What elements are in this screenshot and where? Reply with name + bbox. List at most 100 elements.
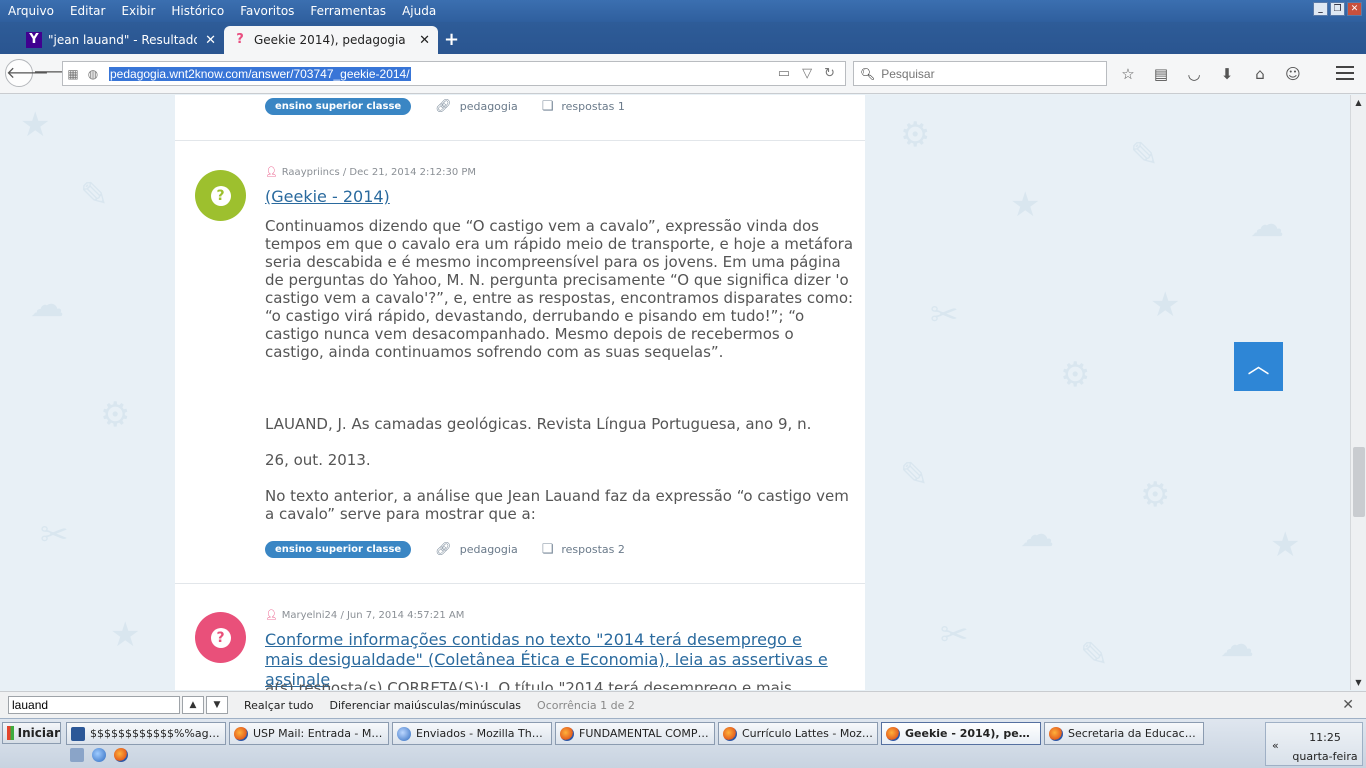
- thunderbird-icon: [397, 726, 411, 741]
- menu-ajuda[interactable]: Ajuda: [394, 4, 444, 18]
- background-clip-icon: ✂: [40, 515, 69, 555]
- post-divider: [175, 583, 865, 584]
- firefox-icon: [1049, 726, 1063, 741]
- user-icon: 👤︎: [265, 167, 278, 178]
- taskbar-item-label: $$$$$$$$$$$$%%agn...: [90, 727, 221, 740]
- tray-expand-icon[interactable]: «: [1272, 739, 1279, 752]
- bookmark-star-icon[interactable]: ☆: [1118, 64, 1138, 84]
- globe-icon[interactable]: ◍: [83, 67, 103, 81]
- tab-yahoo-results[interactable]: Y "jean lauand" - Resultados da... ✕: [18, 26, 224, 54]
- search-input[interactable]: [881, 66, 1082, 81]
- category-link[interactable]: 🔗︎ pedagogia: [435, 542, 517, 557]
- scroll-to-top-button[interactable]: ︿: [1234, 342, 1283, 391]
- find-input[interactable]: [8, 696, 180, 714]
- background-star-icon: ★: [1010, 185, 1041, 225]
- firefox-icon: [560, 726, 574, 741]
- menu-editar[interactable]: Editar: [62, 4, 114, 18]
- show-history-icon[interactable]: ▦: [63, 67, 83, 81]
- answers-link[interactable]: ❏ respostas 1: [542, 99, 625, 114]
- menu-arquivo[interactable]: Arquivo: [0, 4, 62, 18]
- tab-title: Geekie 2014), pedagogia: [254, 33, 406, 47]
- restore-button[interactable]: ❐: [1330, 2, 1345, 16]
- tag-pill[interactable]: ensino superior classe: [265, 540, 412, 558]
- background-pencil-icon: ✎: [1080, 635, 1109, 675]
- close-window-button[interactable]: ✕: [1347, 2, 1362, 16]
- windows-logo-icon: [7, 726, 14, 740]
- menu-ferramentas[interactable]: Ferramentas: [302, 4, 394, 18]
- user-icon: 👤︎: [265, 610, 278, 621]
- clock-time[interactable]: 11:25: [1292, 731, 1358, 744]
- taskbar-item-usp-mail[interactable]: USP Mail: Entrada - Mozill...: [229, 722, 389, 745]
- answers-label: respostas 1: [561, 99, 625, 113]
- firefox-icon: [886, 726, 900, 741]
- dropdown-arrow-icon[interactable]: ▽: [802, 66, 812, 81]
- reader-view-icon[interactable]: ▭: [778, 66, 790, 81]
- comments-icon: ❏: [541, 541, 554, 557]
- url-bar[interactable]: ▦ ◍ pedagogia.wnt2know.com/answer/703747…: [62, 61, 846, 86]
- taskbar-item-geekie[interactable]: Geekie - 2014), peda...: [881, 722, 1041, 745]
- close-find-bar-icon[interactable]: ✕: [1342, 697, 1354, 713]
- background-clip-icon: ✂: [940, 615, 969, 655]
- taskbar: Iniciar $$$$$$$$$$$$%%agn... USP Mail: E…: [0, 718, 1366, 768]
- menu-exibir[interactable]: Exibir: [113, 4, 163, 18]
- avatar: ?: [195, 612, 246, 663]
- hamburger-menu-icon[interactable]: [1336, 66, 1354, 84]
- firefox-icon[interactable]: [114, 748, 128, 762]
- question-icon: ?: [210, 186, 231, 206]
- minimize-button[interactable]: _: [1313, 2, 1328, 16]
- menu-favoritos[interactable]: Favoritos: [232, 4, 302, 18]
- search-icon: 🔍︎: [860, 66, 876, 81]
- thunderbird-icon[interactable]: [92, 748, 106, 762]
- close-tab-icon[interactable]: ✕: [205, 33, 216, 48]
- pocket-icon[interactable]: ◡: [1184, 64, 1204, 84]
- taskbar-item-thunderbird[interactable]: Enviados - Mozilla Thund...: [392, 722, 552, 745]
- taskbar-item-secretaria[interactable]: Secretaria da Educacao ...: [1044, 722, 1204, 745]
- post-author-date: Raaypriincs / Dec 21, 2014 2:12:30 PM: [281, 167, 477, 178]
- post-meta: 👤︎ Raaypriincs / Dec 21, 2014 2:12:30 PM: [265, 167, 476, 178]
- chat-icon[interactable]: ☺: [1283, 64, 1303, 84]
- close-tab-icon[interactable]: ✕: [419, 33, 430, 48]
- content-card: ensino superior classe 🔗︎ pedagogia ❏ re…: [175, 95, 865, 690]
- background-star-icon: ★: [1270, 525, 1301, 565]
- new-tab-button[interactable]: +: [444, 29, 459, 50]
- start-button[interactable]: Iniciar: [2, 722, 61, 744]
- category-link[interactable]: 🔗︎ pedagogia: [435, 99, 517, 114]
- back-button[interactable]: 🡐: [5, 59, 49, 87]
- forward-button[interactable]: 🡒: [33, 59, 76, 87]
- background-clip-icon: ✂: [930, 295, 959, 335]
- calculator-icon[interactable]: [70, 748, 84, 762]
- menu-historico[interactable]: Histórico: [163, 4, 232, 18]
- download-icon[interactable]: ⬇: [1217, 64, 1237, 84]
- tab-geekie-active[interactable]: ? Geekie 2014), pedagogia ✕: [224, 26, 438, 54]
- taskbar-item-label: USP Mail: Entrada - Mozill...: [253, 727, 384, 740]
- reload-icon[interactable]: ↻: [824, 66, 835, 81]
- scroll-thumb[interactable]: [1353, 447, 1365, 517]
- scroll-down-arrow-icon[interactable]: ▼: [1351, 675, 1366, 690]
- url-text[interactable]: pedagogia.wnt2know.com/answer/703747_gee…: [109, 66, 411, 81]
- taskbar-item-fundamental[interactable]: FUNDAMENTAL COMPLE...: [555, 722, 715, 745]
- question-icon: ?: [210, 628, 231, 648]
- match-case-option[interactable]: Diferenciar maiúsculas/minúsculas: [330, 699, 522, 712]
- answers-link[interactable]: ❏ respostas 2: [542, 542, 625, 557]
- taskbar-item-label: Enviados - Mozilla Thund...: [416, 727, 547, 740]
- search-bar[interactable]: 🔍︎: [853, 61, 1107, 86]
- taskbar-item-lattes[interactable]: Currículo Lattes - Mozilla ...: [718, 722, 878, 745]
- find-next-button[interactable]: ▼: [206, 696, 228, 714]
- avatar: ?: [195, 170, 246, 221]
- geekie-icon: ?: [236, 32, 244, 47]
- find-previous-button[interactable]: ▲: [182, 696, 204, 714]
- taskbar-item-word[interactable]: $$$$$$$$$$$$%%agn...: [66, 722, 226, 745]
- bookmarks-list-icon[interactable]: ▤: [1151, 64, 1171, 84]
- home-icon[interactable]: ⌂: [1250, 64, 1270, 84]
- page-scrollbar[interactable]: ▲ ▼: [1350, 95, 1366, 690]
- background-star-icon: ★: [1150, 285, 1181, 325]
- post-meta: 👤︎ Maryelni24 / Jun 7, 2014 4:57:21 AM: [265, 610, 464, 621]
- tag-pill[interactable]: ensino superior classe: [265, 97, 412, 115]
- navigation-bar: 🡐 🡒 ▦ ◍ pedagogia.wnt2know.com/answer/70…: [0, 54, 1366, 94]
- background-pencil-icon: ✎: [80, 175, 109, 215]
- answers-label: respostas 2: [561, 542, 625, 556]
- comments-icon: ❏: [541, 98, 554, 114]
- highlight-all-option[interactable]: Realçar tudo: [244, 699, 314, 712]
- scroll-up-arrow-icon[interactable]: ▲: [1351, 95, 1366, 110]
- post-title-link[interactable]: (Geekie - 2014): [265, 187, 845, 207]
